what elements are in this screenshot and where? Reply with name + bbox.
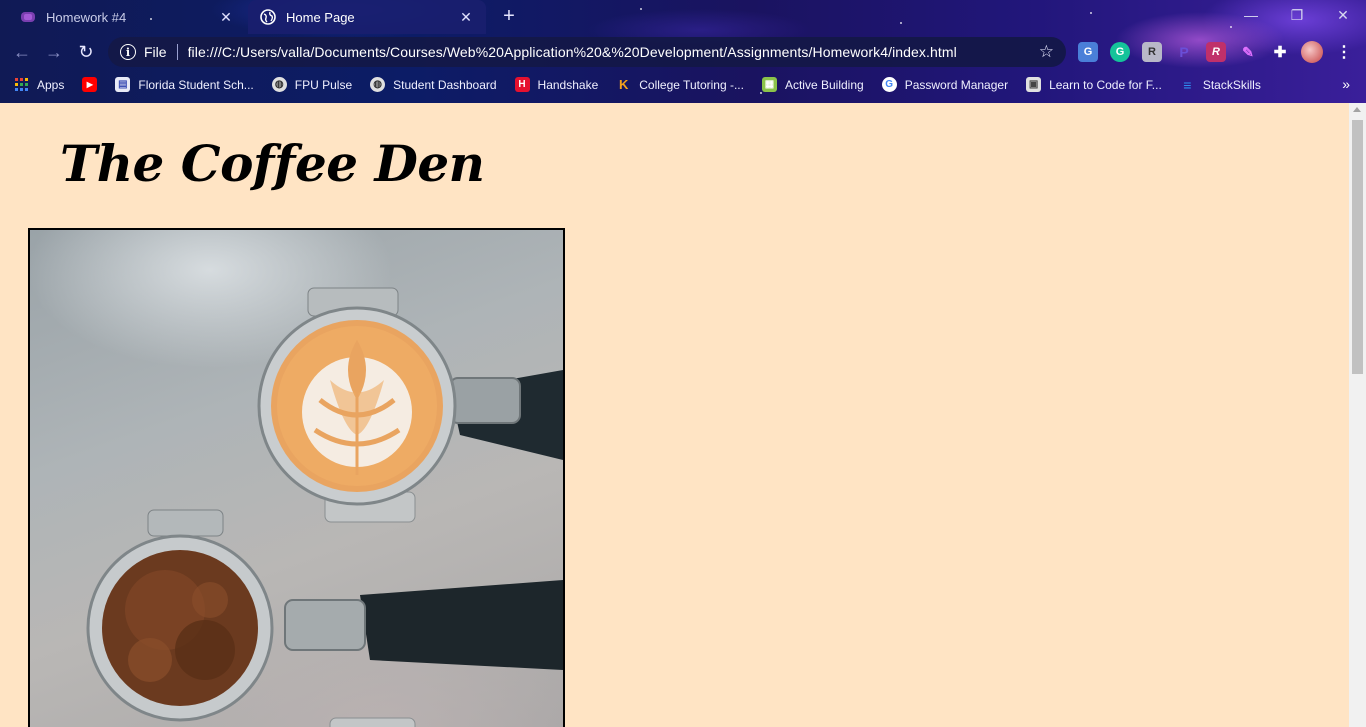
tab-strip: Homework #4 ✕ Home Page ✕ + — ❐ ✕ [0,0,1366,34]
globe-icon: ◍ [370,77,386,92]
site-info-icon[interactable]: i [120,44,136,60]
bookmark-label: Password Manager [904,77,1009,92]
bookmark-college-tutoring[interactable]: K College Tutoring -... [616,77,744,92]
tab-close-icon[interactable]: ✕ [218,9,234,25]
bookmarks-bar: Apps ▶ ▤ Florida Student Sch... ◍ FPU Pu… [0,70,1366,99]
minimize-button[interactable]: — [1228,0,1274,30]
hero-image [28,228,565,727]
bookmark-student-dashboard[interactable]: ◍ Student Dashboard [370,77,497,92]
building-icon: ▦ [761,77,777,92]
bookmark-label: Student Dashboard [393,77,497,92]
page-viewport: The Coffee Den [0,103,1349,727]
apps-grid-icon [14,77,29,92]
p-extension-icon[interactable]: P [1174,42,1194,62]
handshake-icon: H [514,77,530,92]
bookmark-label: Handshake [537,77,599,92]
bookmark-label: Florida Student Sch... [138,77,254,92]
tab-homework[interactable]: Homework #4 ✕ [8,0,246,34]
address-bar[interactable]: i File file:///C:/Users/valla/Documents/… [108,37,1066,67]
bookmark-youtube[interactable]: ▶ [82,77,98,92]
window-close-button[interactable]: ✕ [1320,0,1366,30]
bookmark-label: StackSkills [1202,77,1261,92]
homework-favicon-icon [20,9,36,25]
stackskills-icon: ≡ [1183,76,1192,93]
color-extension-icon[interactable]: ✎ [1238,42,1258,62]
coffee-photo [86,287,563,727]
google-icon: G [881,77,897,92]
globe-icon: ◍ [271,77,287,92]
globe-icon [260,9,276,25]
bookmark-label: Learn to Code for F... [1049,77,1162,92]
bookmark-apps[interactable]: Apps [14,77,64,92]
scheme-label: File [144,44,167,60]
calendar-icon: ▣ [1026,77,1042,92]
puzzle-extension-icon[interactable]: ✚ [1270,42,1290,62]
bookmark-learn-to-code[interactable]: ▣ Learn to Code for F... [1026,77,1162,92]
bookmark-florida-student[interactable]: ▤ Florida Student Sch... [115,77,254,92]
browser-toolbar: ← → ↻ i File file:///C:/Users/valla/Docu… [0,34,1366,70]
document-icon: ▤ [115,77,131,92]
page-title: The Coffee Den [60,134,485,193]
forward-button[interactable]: → [40,38,68,66]
tab-close-icon[interactable]: ✕ [458,9,474,25]
bookmark-handshake[interactable]: H Handshake [514,77,599,92]
youtube-icon: ▶ [82,77,98,92]
url-text[interactable]: file:///C:/Users/valla/Documents/Courses… [188,44,1031,60]
reader-extension-icon[interactable]: R [1142,42,1162,62]
bookmark-label: Active Building [784,77,864,92]
vertical-scrollbar[interactable] [1349,103,1366,727]
bookmark-active-building[interactable]: ▦ Active Building [761,77,864,92]
new-tab-button[interactable]: + [498,6,520,28]
scroll-up-arrow-icon[interactable] [1353,107,1361,112]
profile-avatar[interactable] [1301,41,1323,63]
grammarly-extension-icon[interactable]: G [1110,42,1130,62]
scrollbar-thumb[interactable] [1352,120,1363,374]
translate-extension-icon[interactable]: G [1078,42,1098,62]
tutoring-icon: K [619,77,629,92]
bookmark-label: Apps [37,77,65,92]
bookmark-stackskills[interactable]: ≡ StackSkills [1180,76,1261,93]
back-button[interactable]: ← [8,38,36,66]
omnibox-divider [176,44,178,60]
bookmark-label: College Tutoring -... [639,77,744,92]
tab-title: Home Page [286,9,355,25]
bookmark-fpu-pulse[interactable]: ◍ FPU Pulse [271,77,353,92]
tab-home-page[interactable]: Home Page ✕ [248,0,486,34]
tab-title: Homework #4 [46,9,127,25]
bookmarks-overflow-button[interactable]: » [1342,76,1350,92]
r-extension-icon[interactable]: R [1206,42,1226,62]
reload-button[interactable]: ↻ [72,38,100,66]
bookmark-star-icon[interactable]: ☆ [1039,42,1054,62]
browser-chrome: Homework #4 ✕ Home Page ✕ + — ❐ ✕ ← → ↻ … [0,0,1366,103]
bookmark-label: FPU Pulse [294,77,353,92]
restore-button[interactable]: ❐ [1274,0,1320,30]
bookmark-password-manager[interactable]: G Password Manager [881,77,1009,92]
menu-icon[interactable]: ⋮ [1334,42,1354,62]
